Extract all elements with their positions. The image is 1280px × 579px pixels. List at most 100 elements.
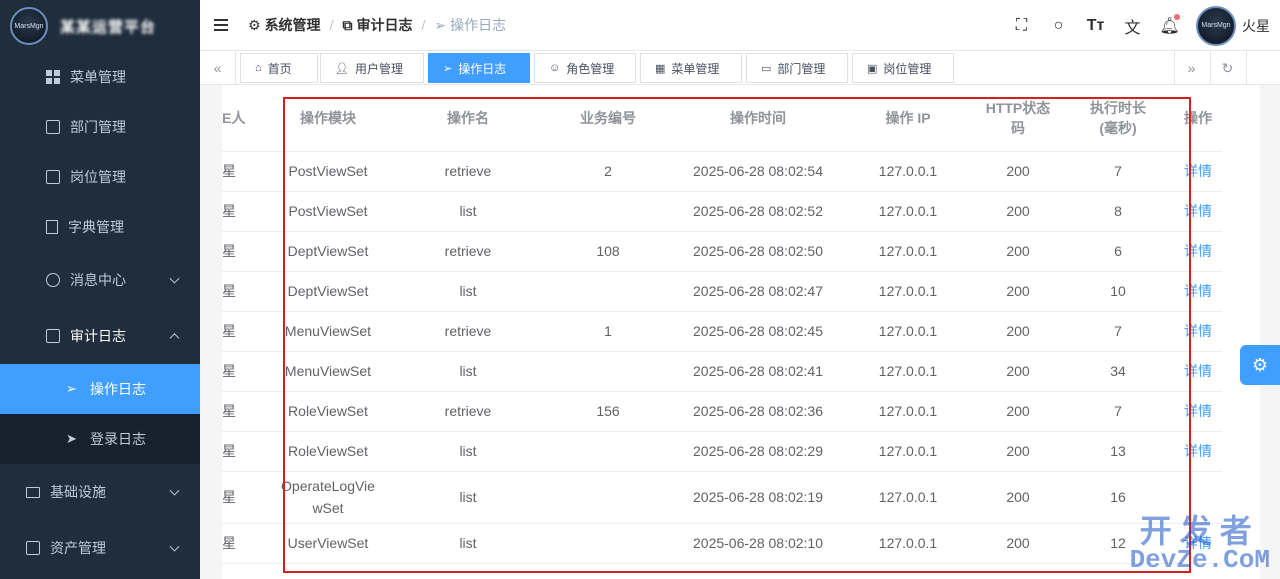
send-icon: ➢ bbox=[434, 16, 447, 33]
column-header-duration[interactable]: 执行时长 (毫秒) bbox=[1062, 85, 1174, 152]
tag-operate-log[interactable]: ➢ 操作日志 bbox=[428, 53, 530, 83]
detail-link[interactable]: 详情 bbox=[1174, 391, 1222, 432]
gear-icon: ⚙ bbox=[248, 16, 261, 33]
sidebar-item-operate-log[interactable]: ➢ 操作日志 bbox=[0, 364, 200, 414]
cell-status: 200 bbox=[974, 351, 1062, 392]
cell-module: MenuViewSet bbox=[262, 351, 394, 392]
detail-link[interactable]: 详情 bbox=[1174, 271, 1222, 312]
tag-menu-management[interactable]: ▦ 菜单管理 bbox=[640, 53, 742, 83]
sidebar-item-dict-management[interactable]: 字典管理 bbox=[0, 202, 200, 252]
navbar: ⚙ 系统管理 / ⧉ 审计日志 / ➢ 操作日志 ⛶ ○ Tт 文 🔔︎ Mar… bbox=[200, 0, 1280, 51]
tag-user-management[interactable]: 👤︎ 用户管理 bbox=[320, 53, 424, 83]
table-row: 星 DeptViewSet list 2025-06-28 08:02:47 127.0… bbox=[222, 271, 1222, 312]
settings-icon[interactable]: ⚙ bbox=[1240, 345, 1280, 385]
sidebar-item-audit-log[interactable]: 审计日志 bbox=[0, 308, 200, 364]
cell-name: retrieve bbox=[394, 231, 542, 272]
copy-icon: ⧉ bbox=[342, 16, 353, 33]
hamburger-icon[interactable] bbox=[214, 19, 228, 31]
detail-link[interactable]: 详情 bbox=[1174, 151, 1222, 192]
cell-biz: 108 bbox=[542, 231, 674, 272]
sidebar-menu: 菜单管理 部门管理 岗位管理 字典管理 消息中心 审计日志 ➢ 操作日志 ➤ 登… bbox=[0, 52, 200, 576]
cell-time: 2025-06-28 08:02:45 bbox=[674, 311, 842, 352]
chat-icon bbox=[46, 273, 60, 287]
sidebar-item-menu-management[interactable]: 菜单管理 bbox=[0, 52, 200, 102]
avatar[interactable]: MarsMgn bbox=[1196, 5, 1236, 46]
cell-biz bbox=[542, 431, 674, 472]
breadcrumb-item-current: ➢ 操作日志 bbox=[434, 15, 506, 35]
cell-status: 200 bbox=[974, 231, 1062, 272]
breadcrumb-item[interactable]: ⚙ 系统管理 bbox=[248, 15, 321, 35]
cell-biz bbox=[542, 523, 674, 564]
column-header-time[interactable]: 操作时间 bbox=[674, 85, 842, 152]
sidebar: MarsMgn 某某运营平台 菜单管理 部门管理 岗位管理 字典管理 消息中心 … bbox=[0, 0, 200, 579]
sidebar-item-message-center[interactable]: 消息中心 bbox=[0, 252, 200, 308]
cell-time: 2025-06-28 08:02:36 bbox=[674, 391, 842, 432]
table-row: 星 PostViewSet list 2025-06-28 08:02:52 127.0… bbox=[222, 191, 1222, 232]
sidebar-item-label: 登录日志 bbox=[90, 431, 146, 447]
fullscreen-icon[interactable]: ⛶ bbox=[1003, 17, 1040, 35]
cell-status: 200 bbox=[974, 471, 1062, 524]
search-icon[interactable]: ○ bbox=[1040, 17, 1077, 35]
cell-time: 2025-06-28 08:02:52 bbox=[674, 191, 842, 232]
column-header-user[interactable]: E人 bbox=[222, 85, 262, 152]
sidebar-logo-row[interactable]: MarsMgn 某某运营平台 bbox=[0, 0, 200, 52]
chevron-down-icon bbox=[169, 273, 180, 284]
tag-dept-management[interactable]: ▭ 部门管理 bbox=[746, 53, 848, 83]
tag-home[interactable]: ⌂ 首页 bbox=[240, 53, 318, 83]
notification-dot bbox=[1174, 13, 1180, 20]
header-line: 码 bbox=[1011, 119, 1025, 136]
sidebar-item-login-log[interactable]: ➤ 登录日志 bbox=[0, 414, 200, 464]
cell-user: 星 bbox=[222, 151, 262, 192]
tag-label: 操作日志 bbox=[458, 61, 507, 76]
breadcrumb-label: 系统管理 bbox=[264, 17, 321, 33]
watermark-line1: 开发者 bbox=[1139, 513, 1260, 549]
cell-ip: 127.0.0.1 bbox=[842, 351, 974, 392]
column-header-module[interactable]: 操作模块 bbox=[262, 85, 394, 152]
cell-module: OperateLogViewSet bbox=[262, 471, 394, 524]
font-size-icon[interactable]: Tт bbox=[1077, 17, 1114, 35]
cell-duration: 13 bbox=[1062, 431, 1174, 472]
translate-icon[interactable]: 文 bbox=[1114, 14, 1151, 38]
tags-menu-icon[interactable] bbox=[1246, 51, 1280, 85]
sidebar-item-dept-management[interactable]: 部门管理 bbox=[0, 102, 200, 152]
cell-status: 200 bbox=[974, 191, 1062, 232]
detail-link[interactable]: 详情 bbox=[1174, 311, 1222, 352]
table-body: 星 PostViewSet retrieve 2 2025-06-28 08:02:54… bbox=[222, 151, 1222, 564]
detail-link[interactable]: 详情 bbox=[1174, 191, 1222, 232]
username[interactable]: 火星 bbox=[1242, 16, 1270, 36]
sidebar-item-label: 消息中心 bbox=[70, 272, 126, 288]
tags-scroll-right-icon[interactable]: » bbox=[1174, 51, 1208, 85]
detail-link[interactable]: 详情 bbox=[1174, 351, 1222, 392]
cell-module: PostViewSet bbox=[262, 191, 394, 232]
cell-module: RoleViewSet bbox=[262, 431, 394, 472]
cell-duration: 7 bbox=[1062, 151, 1174, 192]
grid-icon bbox=[46, 70, 60, 84]
cell-ip: 127.0.0.1 bbox=[842, 471, 974, 524]
refresh-icon[interactable]: ↻ bbox=[1210, 51, 1244, 85]
column-header-ip[interactable]: 操作 IP bbox=[842, 85, 974, 152]
monitor-icon bbox=[26, 486, 40, 498]
header-line: 执行时长 bbox=[1090, 99, 1146, 116]
cell-user: 星 bbox=[222, 471, 262, 524]
table-row: 星 RoleViewSet retrieve 156 2025-06-28 08:02:… bbox=[222, 391, 1222, 432]
detail-link[interactable]: 详情 bbox=[1174, 231, 1222, 272]
column-header-name[interactable]: 操作名 bbox=[394, 85, 542, 152]
sidebar-item-infrastructure[interactable]: 基础设施 bbox=[0, 464, 200, 520]
cell-user: 星 bbox=[222, 523, 262, 564]
sidebar-item-post-management[interactable]: 岗位管理 bbox=[0, 152, 200, 202]
column-header-biz-id[interactable]: 业务编号 bbox=[542, 85, 674, 152]
tag-role-management[interactable]: ☺ 角色管理 bbox=[534, 53, 636, 83]
bell-icon[interactable]: 🔔︎ bbox=[1151, 13, 1188, 36]
sidebar-item-label: 基础设施 bbox=[50, 484, 106, 500]
column-header-action: 操作 bbox=[1174, 85, 1222, 152]
column-header-http-status[interactable]: HTTP状态码 bbox=[974, 85, 1062, 152]
detail-link[interactable]: 详情 bbox=[1174, 431, 1222, 472]
tag-post-management[interactable]: ▣ 岗位管理 bbox=[852, 53, 954, 83]
sidebar-item-label: 审计日志 bbox=[70, 328, 126, 344]
cell-time: 2025-06-28 08:02:41 bbox=[674, 351, 842, 392]
breadcrumb-item[interactable]: ⧉ 审计日志 bbox=[342, 15, 412, 35]
sidebar-item-asset-management[interactable]: 资产管理 bbox=[0, 520, 200, 576]
sidebar-item-label: 字典管理 bbox=[68, 219, 124, 235]
cell-user: 星 bbox=[222, 351, 262, 392]
tags-scroll-left-icon[interactable]: « bbox=[200, 51, 236, 85]
